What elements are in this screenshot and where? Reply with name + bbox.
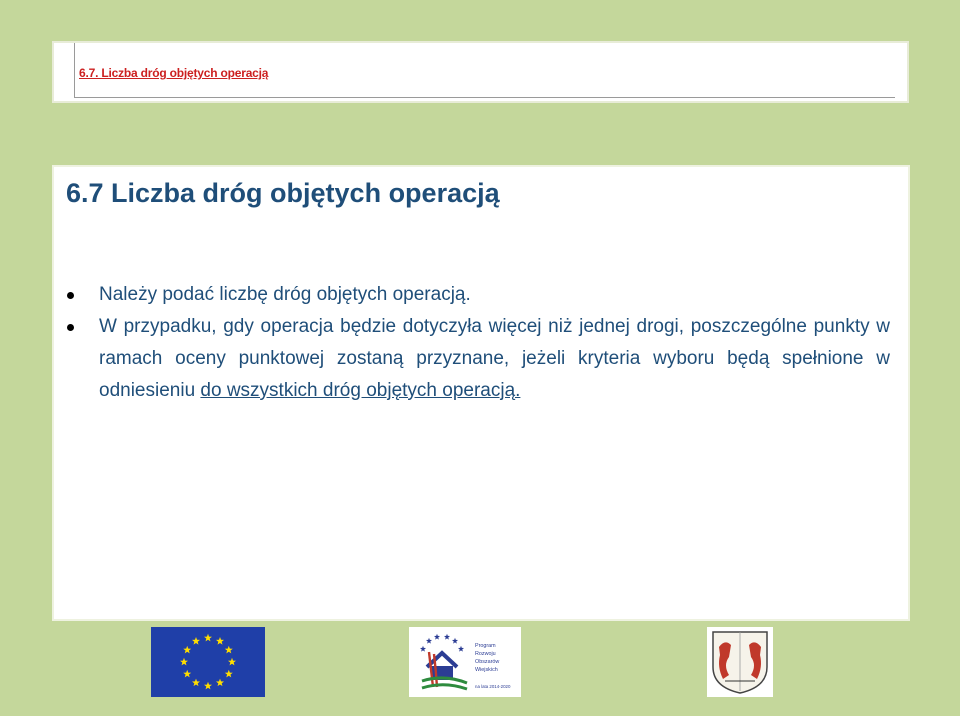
bullet-item: W przypadku, gdy operacja będzie dotyczy… [54, 311, 900, 407]
prow-line: Rozwoju [475, 651, 496, 657]
eu-star-icon [204, 681, 212, 690]
prow-logo-icon: Program Rozwoju Obszarów Wiejskich na la… [409, 627, 521, 697]
slide-content: 6.7 Liczba dróg objętych operacją Należy… [52, 165, 910, 621]
bullet-list: Należy podać liczbę dróg objętych operac… [54, 279, 900, 407]
eu-star-icon [180, 657, 188, 666]
eu-star-icon [183, 669, 192, 678]
eu-star-icon [216, 637, 224, 645]
eu-star-icon [192, 678, 200, 687]
region-coat-of-arms-icon [707, 627, 773, 697]
prow-line: Wiejskich [475, 667, 498, 673]
bullet-text-underlined: do wszystkich dróg objętych operacją. [200, 380, 521, 401]
eu-star-icon [216, 678, 224, 687]
bullet-dot-icon [67, 292, 74, 299]
slide-title: 6.7 Liczba dróg objętych operacją [66, 178, 500, 208]
eu-star-icon [183, 645, 192, 654]
prow-star-icon [425, 637, 433, 644]
document-header-frame: 6.7. Liczba dróg objętych operacją [74, 43, 895, 98]
eu-star-icon [204, 633, 212, 642]
eu-star-icon [192, 637, 200, 645]
prow-star-icon [457, 645, 465, 652]
prow-star-icon [433, 633, 441, 640]
prow-star-icon [419, 645, 427, 652]
eu-star-icon [224, 669, 233, 678]
bullet-text: Należy podać liczbę dróg objętych operac… [99, 284, 471, 305]
eu-flag-icon [151, 627, 265, 697]
prow-line: Program [475, 643, 496, 649]
eu-star-icon [228, 657, 236, 666]
bullet-dot-icon [67, 324, 74, 331]
prow-star-icon [451, 637, 459, 644]
document-header-strip: 6.7. Liczba dróg objętych operacją [52, 41, 909, 103]
eu-star-icon [224, 645, 233, 654]
prow-line: Obszarów [475, 659, 499, 665]
prow-line: na lata 2014-2020 [475, 684, 511, 689]
document-header-caption: 6.7. Liczba dróg objętych operacją [79, 66, 269, 80]
prow-star-icon [443, 633, 451, 640]
bullet-item: Należy podać liczbę dróg objętych operac… [54, 279, 900, 311]
